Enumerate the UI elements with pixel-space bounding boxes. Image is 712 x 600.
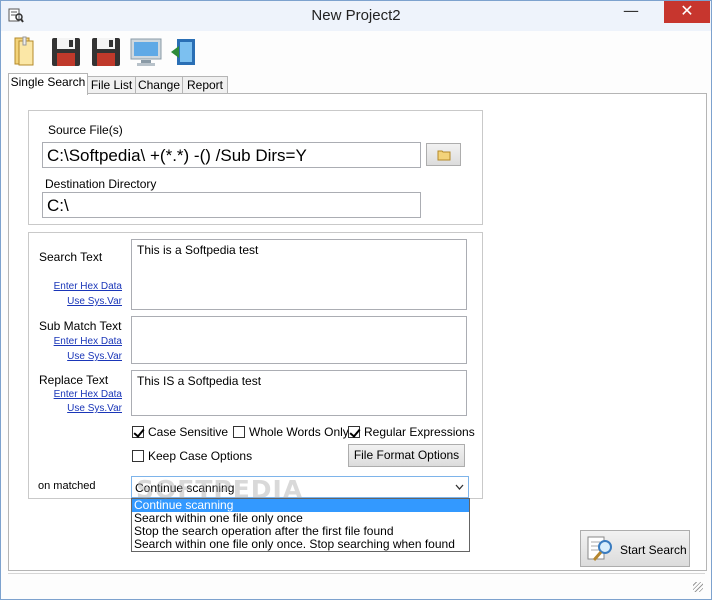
submatch-label: Sub Match Text [39,319,122,333]
tab-single-search[interactable]: Single Search [8,73,88,95]
checkbox-box [132,450,144,462]
file-group: Source File(s) C:\Softpedia\ +(*.*) -() … [28,110,483,225]
exit-icon[interactable] [167,35,201,69]
replace-text-field[interactable]: This IS a Softpedia test [131,370,467,416]
checkbox-box [233,426,245,438]
status-bar [8,573,705,594]
whole-words-checkbox[interactable]: Whole Words Only [233,425,349,439]
chevron-down-icon [455,484,464,490]
window-title: New Project2 [311,7,401,24]
search-hex-link[interactable]: Enter Hex Data [49,281,122,292]
regex-label: Regular Expressions [364,425,475,439]
app-window: New Project2 — ✕ Single Search File List… [0,0,712,600]
file-format-options-button[interactable]: File Format Options [348,444,465,467]
submatch-hex-link[interactable]: Enter Hex Data [49,336,122,347]
monitor-icon[interactable] [129,35,163,69]
destination-label: Destination Directory [45,177,157,191]
start-search-button[interactable]: Start Search [580,530,690,567]
title-bar: New Project2 — ✕ [1,1,711,31]
on-matched-value: Continue scanning [135,481,235,495]
search-text-field[interactable]: This is a Softpedia test [131,239,467,310]
whole-words-label: Whole Words Only [249,425,349,439]
case-sensitive-checkbox[interactable]: Case Sensitive [132,425,228,439]
save-as-icon[interactable] [89,35,123,69]
keep-case-label: Keep Case Options [148,449,253,463]
regex-checkbox[interactable]: Regular Expressions [348,425,475,439]
submatch-sysvar-link[interactable]: Use Sys.Var [49,351,122,362]
replace-label: Replace Text [39,373,109,387]
checkbox-box [348,426,360,438]
single-search-panel: Source File(s) C:\Softpedia\ +(*.*) -() … [8,93,707,571]
case-sensitive-label: Case Sensitive [148,425,229,439]
dropdown-option[interactable]: Search within one file only once. Stop s… [132,538,469,551]
checkbox-box [132,426,144,438]
close-button[interactable]: ✕ [664,1,710,23]
folder-icon [437,150,450,161]
replace-sysvar-link[interactable]: Use Sys.Var [49,403,122,414]
search-sysvar-link[interactable]: Use Sys.Var [49,296,122,307]
resize-grip[interactable] [693,582,703,592]
submatch-text-field[interactable] [131,316,467,364]
browse-button[interactable] [426,143,461,166]
source-label: Source File(s) [48,123,123,137]
on-matched-label: on matched [38,480,96,492]
on-matched-select[interactable]: Continue scanning [131,476,469,498]
search-text-label: Search Text [39,250,103,264]
source-files-field[interactable]: C:\Softpedia\ +(*.*) -() /Sub Dirs=Y [42,142,421,168]
magnifier-icon [587,536,612,561]
minimize-button[interactable]: — [617,1,645,23]
toolbar [1,31,711,71]
on-matched-dropdown: Continue scanning Search within one file… [131,498,470,552]
destination-field[interactable]: C:\ [42,192,421,218]
save-icon[interactable] [49,35,83,69]
replace-hex-link[interactable]: Enter Hex Data [49,389,122,400]
open-folder-icon[interactable] [9,35,43,69]
keep-case-checkbox[interactable]: Keep Case Options [132,449,252,463]
start-search-label: Start Search [620,543,687,557]
